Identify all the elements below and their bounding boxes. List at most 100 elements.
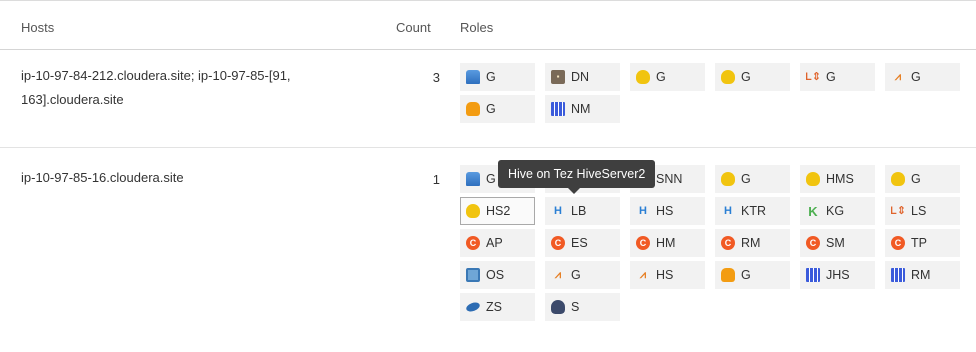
role-label: S xyxy=(571,300,580,314)
role-chip[interactable]: G xyxy=(630,63,705,91)
datanode-icon: ▪ xyxy=(551,70,565,84)
role-label: NM xyxy=(571,102,591,116)
cm-icon: C xyxy=(636,236,650,250)
hive-bee-icon xyxy=(891,172,905,186)
host-name-line-1: ip-10-97-84-212.cloudera.site; ip-10-97-… xyxy=(21,68,291,83)
role-chip[interactable]: ⩘ G xyxy=(885,63,960,91)
role-label: G xyxy=(486,172,496,186)
role-chip[interactable]: HMS xyxy=(800,165,875,193)
graph-icon: ⩘ xyxy=(554,268,562,281)
role-chip[interactable]: S xyxy=(545,293,620,321)
role-chip[interactable]: C HM xyxy=(630,229,705,257)
hive-bee-icon xyxy=(806,172,820,186)
kudu-icon: K xyxy=(808,204,818,218)
role-chip[interactable]: ▪ DN xyxy=(545,63,620,91)
role-label: HS xyxy=(656,204,674,218)
role-chip[interactable]: L⇕ LS xyxy=(885,197,960,225)
row-divider xyxy=(0,147,976,148)
role-tooltip: Hive on Tez HiveServer2 xyxy=(498,160,656,194)
hand-icon xyxy=(721,268,735,282)
role-label: G xyxy=(741,70,751,84)
role-chip[interactable]: G xyxy=(885,165,960,193)
role-chip[interactable]: G xyxy=(715,261,790,289)
role-label: ZS xyxy=(486,300,502,314)
role-chip[interactable]: RM xyxy=(885,261,960,289)
role-label: LB xyxy=(571,204,587,218)
grid-icon xyxy=(806,268,820,282)
role-label: RM xyxy=(911,268,931,282)
cm-icon: C xyxy=(551,236,565,250)
role-chip[interactable]: ZS xyxy=(460,293,535,321)
host-name[interactable]: ip-10-97-85-16.cloudera.site xyxy=(21,166,184,190)
hive-bee-icon xyxy=(721,70,735,84)
role-chip[interactable]: C AP xyxy=(460,229,535,257)
role-label: KTR xyxy=(741,204,766,218)
host-name-line-1: ip-10-97-85-16.cloudera.site xyxy=(21,170,184,185)
role-label: JHS xyxy=(826,268,850,282)
role-chip[interactable]: G xyxy=(460,95,535,123)
role-chip[interactable]: NM xyxy=(545,95,620,123)
role-chip[interactable]: C RM xyxy=(715,229,790,257)
role-label: AP xyxy=(486,236,503,250)
role-chip[interactable]: G xyxy=(715,165,790,193)
hbase-icon: H xyxy=(724,204,732,217)
column-header-hosts[interactable]: Hosts xyxy=(21,20,54,35)
role-label: KG xyxy=(826,204,845,218)
role-chip[interactable]: G xyxy=(715,63,790,91)
role-chip[interactable]: ⩘ G xyxy=(545,261,620,289)
ozone-icon xyxy=(466,268,480,282)
role-label: G xyxy=(911,70,921,84)
role-label: G xyxy=(486,102,496,116)
role-label: HMS xyxy=(826,172,854,186)
host-name[interactable]: ip-10-97-84-212.cloudera.site; ip-10-97-… xyxy=(21,64,291,112)
role-label: RM xyxy=(741,236,761,250)
role-label: SM xyxy=(826,236,845,250)
role-chip[interactable]: OS xyxy=(460,261,535,289)
cm-icon: C xyxy=(721,236,735,250)
roles-list: GN▪SNNGHMSGHS2HLBHHSHKTRKKGL⇕LSCAPCESCHM… xyxy=(460,165,960,321)
role-chip[interactable]: C ES xyxy=(545,229,620,257)
grid-icon xyxy=(551,102,565,116)
column-header-count[interactable]: Count xyxy=(396,20,431,35)
role-label: HM xyxy=(656,236,676,250)
role-chip[interactable]: C TP xyxy=(885,229,960,257)
role-label: G xyxy=(486,70,496,84)
role-label: G xyxy=(571,268,581,282)
role-chip[interactable]: HS2 xyxy=(460,197,535,225)
role-chip[interactable]: JHS xyxy=(800,261,875,289)
role-chip[interactable]: K KG xyxy=(800,197,875,225)
role-chip[interactable]: G xyxy=(460,63,535,91)
hive-bee-icon xyxy=(636,70,650,84)
role-label: G xyxy=(656,70,666,84)
role-chip[interactable]: ⩘ HS xyxy=(630,261,705,289)
cm-icon: C xyxy=(891,236,905,250)
hand-icon xyxy=(466,102,480,116)
role-chip[interactable]: C SM xyxy=(800,229,875,257)
role-chip[interactable]: L⇕ G xyxy=(800,63,875,91)
graph-icon: ⩘ xyxy=(894,70,902,83)
livy-arrows-icon: L⇕ xyxy=(806,70,820,83)
role-label: DN xyxy=(571,70,590,84)
role-label: TP xyxy=(911,236,927,250)
host-count: 3 xyxy=(432,70,440,85)
roles-list: G ▪ DN G G L⇕ G ⩘ G G NM xyxy=(460,63,960,123)
hbase-icon: H xyxy=(639,204,647,217)
role-label: SNN xyxy=(656,172,683,186)
role-label: HS xyxy=(656,268,674,282)
zookeeper-icon xyxy=(465,300,481,314)
hive-bee-icon xyxy=(466,204,480,218)
role-chip[interactable]: H LB xyxy=(545,197,620,225)
role-label: G xyxy=(741,268,751,282)
column-header-roles[interactable]: Roles xyxy=(460,20,493,35)
role-label: HS2 xyxy=(486,204,511,218)
database-icon xyxy=(466,172,480,186)
role-label: OS xyxy=(486,268,505,282)
role-chip[interactable]: H HS xyxy=(630,197,705,225)
role-label: LS xyxy=(911,204,927,218)
role-label: ES xyxy=(571,236,588,250)
livy-arrows-icon: L⇕ xyxy=(891,204,905,217)
role-chip[interactable]: H KTR xyxy=(715,197,790,225)
role-label: G xyxy=(826,70,836,84)
guard-icon xyxy=(551,300,565,314)
hive-bee-icon xyxy=(721,172,735,186)
